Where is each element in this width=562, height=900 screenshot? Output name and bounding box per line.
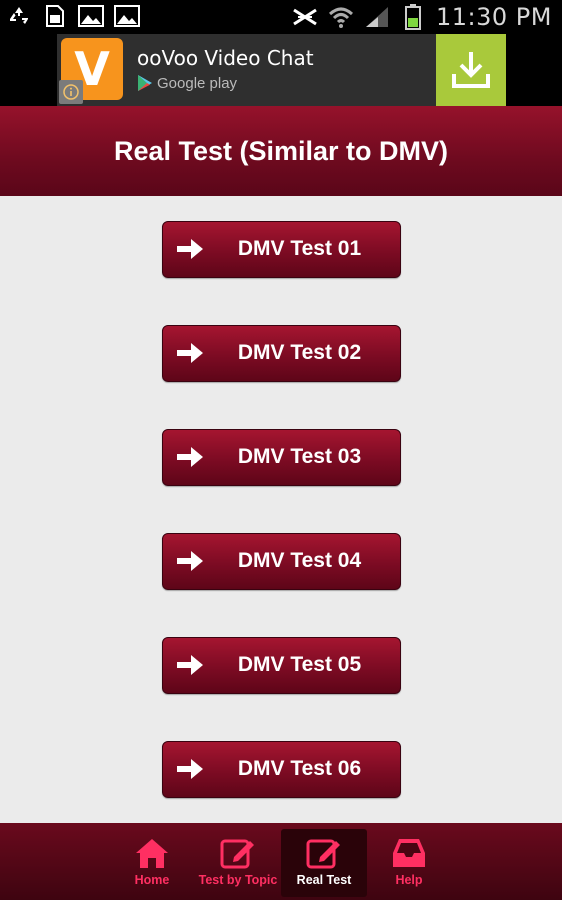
nav-label: Test by Topic <box>198 873 278 887</box>
image-icon <box>78 4 104 28</box>
ad-bar: V ooVoo Video Chat Google play <box>0 34 562 106</box>
test-label: DMV Test 01 <box>237 237 362 260</box>
status-time: 11:30 PM <box>436 3 552 31</box>
edit-icon <box>220 839 254 869</box>
dmv-test-03-button[interactable]: DMV Test 03 <box>162 429 401 486</box>
nav-label: Home <box>134 873 170 887</box>
play-store-icon <box>138 75 152 91</box>
info-icon[interactable] <box>59 80 83 104</box>
nav-label: Real Test <box>296 873 352 887</box>
page-title: Real Test (Similar to DMV) <box>113 135 449 166</box>
edit-icon <box>306 839 340 869</box>
sim-card-icon <box>42 4 68 28</box>
recycle-icon <box>6 4 32 28</box>
image-icon <box>114 4 140 28</box>
dmv-test-01-button[interactable]: DMV Test 01 <box>162 221 401 278</box>
page-header: Real Test (Similar to DMV) <box>0 106 562 196</box>
test-label: DMV Test 03 <box>237 445 362 468</box>
download-button[interactable] <box>436 34 506 106</box>
battery-icon <box>400 4 426 30</box>
status-bar: 11:30 PM <box>0 0 562 34</box>
dmv-test-06-button[interactable]: DMV Test 06 <box>162 741 401 798</box>
nav-test-by-topic[interactable]: Test by Topic <box>195 829 281 897</box>
test-label: DMV Test 05 <box>237 653 362 676</box>
nav-label: Help <box>395 873 423 887</box>
test-label: DMV Test 02 <box>237 341 362 364</box>
cell-signal-icon <box>364 5 390 29</box>
wifi-icon <box>328 5 354 29</box>
home-icon <box>136 839 168 868</box>
dmv-test-05-button[interactable]: DMV Test 05 <box>162 637 401 694</box>
download-icon <box>452 52 490 88</box>
google-play-badge: Google play <box>137 74 237 92</box>
signal-muted-icon <box>292 5 318 29</box>
nav-home[interactable]: Home <box>109 829 195 897</box>
nav-help[interactable]: Help <box>366 829 452 897</box>
inbox-icon <box>393 839 425 867</box>
test-label: DMV Test 04 <box>237 549 362 572</box>
dmv-test-02-button[interactable]: DMV Test 02 <box>162 325 401 382</box>
test-label: DMV Test 06 <box>237 757 362 780</box>
nav-real-test[interactable]: Real Test <box>281 829 367 897</box>
ad-banner[interactable]: V ooVoo Video Chat Google play <box>57 34 506 106</box>
bottom-nav: Home Test by Topic Real Test Help <box>0 823 562 900</box>
ad-store-label: Google play <box>157 74 238 92</box>
ad-title: ooVoo Video Chat <box>137 46 314 70</box>
test-list: DMV Test 01 DMV Test 02 DMV Test 03 DMV … <box>0 196 562 823</box>
dmv-test-04-button[interactable]: DMV Test 04 <box>162 533 401 590</box>
